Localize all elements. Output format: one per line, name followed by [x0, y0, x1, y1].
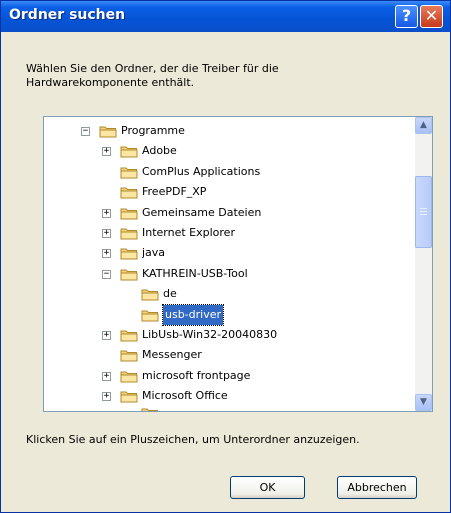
tree-item-label: Internet Explorer	[142, 226, 235, 239]
tree-item-label: de	[163, 287, 177, 301]
collapse-minus-icon[interactable]: −	[102, 269, 111, 279]
folder-icon	[141, 289, 159, 301]
folder-icon	[120, 167, 138, 179]
vertical-scrollbar[interactable]: ▲ ▼	[415, 117, 432, 411]
folder-icon	[99, 126, 117, 138]
thumb-grip	[420, 214, 427, 215]
folder-icon	[120, 208, 138, 220]
folder-browse-dialog: Ordner suchen ? ✕ Wählen Sie den Ordner,…	[0, 0, 451, 513]
collapse-minus-icon[interactable]: −	[81, 127, 90, 136]
tree-item-label: Microsoft Office	[142, 389, 228, 403]
title-bar[interactable]: Ordner suchen ? ✕	[1, 1, 450, 32]
scroll-down-button[interactable]: ▼	[415, 394, 432, 411]
folder-icon	[141, 408, 158, 411]
folder-icon	[120, 391, 138, 403]
thumb-grip	[420, 208, 427, 209]
expand-plus-icon[interactable]: +	[102, 392, 111, 402]
expand-plus-icon[interactable]: +	[102, 208, 111, 218]
scroll-thumb[interactable]	[415, 176, 432, 248]
folder-icon	[120, 146, 138, 158]
close-button[interactable]: ✕	[420, 5, 443, 28]
tree-item-label: Gemeinsame Dateien	[142, 205, 262, 219]
expand-plus-icon[interactable]: +	[102, 229, 111, 238]
expand-plus-icon[interactable]: +	[102, 371, 111, 381]
tree-item-label: LibUsb-Win32-20040830	[142, 328, 278, 341]
help-button[interactable]: ?	[395, 5, 418, 28]
folder-icon	[120, 371, 138, 383]
folder-tree[interactable]: ▲ ▼ − Programme + Adobe ComPlus Applications…	[43, 116, 433, 412]
expand-plus-icon[interactable]: +	[102, 331, 111, 340]
dialog-description: Wählen Sie den Ordner, der die Treiber f…	[26, 62, 279, 89]
folder-icon	[120, 350, 138, 362]
cancel-button[interactable]: Abbrechen	[337, 476, 417, 499]
folder-icon	[120, 330, 138, 342]
folder-icon	[141, 310, 159, 322]
folder-icon	[120, 187, 138, 199]
scroll-up-button[interactable]: ▲	[415, 117, 432, 134]
expand-plus-icon[interactable]: +	[102, 147, 111, 157]
folder-icon	[120, 228, 138, 240]
expand-plus-icon[interactable]: +	[102, 249, 111, 259]
hint-text: Klicken Sie auf ein Pluszeichen, um Unte…	[26, 433, 360, 446]
tree-item-label: Messenger	[142, 348, 202, 362]
tree-item-label: KATHREIN-USB-Tool	[142, 266, 248, 280]
thumb-grip	[420, 211, 427, 212]
tree-item-label: FreePDF_XP	[142, 185, 207, 199]
tree-item-label: Adobe	[142, 144, 177, 158]
folder-icon	[120, 248, 138, 260]
folder-icon	[120, 269, 138, 281]
tree-item-label: Programme	[121, 124, 185, 137]
tree-item-label: ComPlus Applications	[142, 164, 261, 178]
ok-button[interactable]: OK	[230, 476, 305, 499]
window-title: Ordner suchen	[9, 7, 126, 23]
tree-item-label: usb-driver	[161, 303, 225, 326]
tree-item-label: microsoft frontpage	[142, 368, 251, 382]
tree-item-label: java	[142, 246, 166, 260]
